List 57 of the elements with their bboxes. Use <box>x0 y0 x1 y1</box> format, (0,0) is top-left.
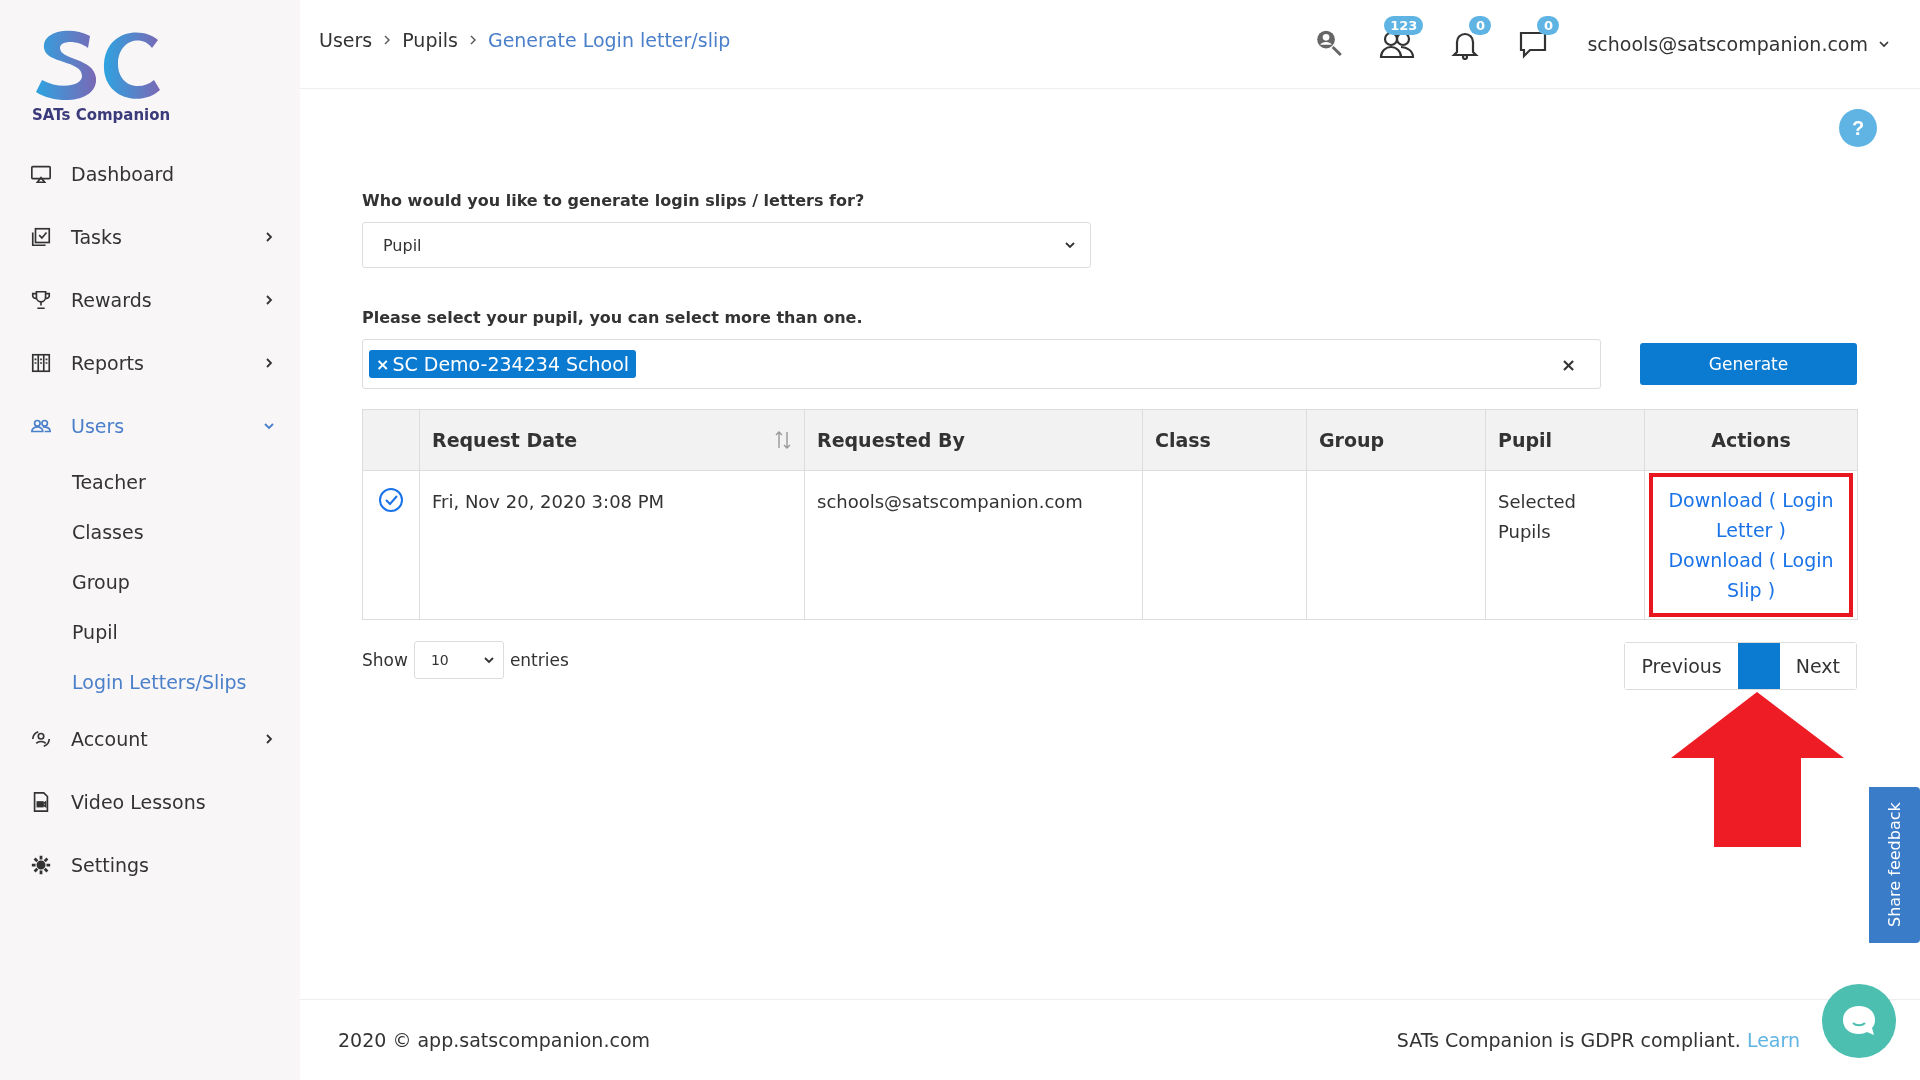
sidebar-subitem[interactable]: Group <box>0 557 300 607</box>
column-header: Requested By <box>804 409 1143 471</box>
caret-icon <box>1064 239 1076 251</box>
table-cell: Fri, Nov 20, 2020 3:08 PM <box>419 470 805 620</box>
count-badge: 0 <box>1469 16 1492 35</box>
sidebar-item[interactable]: Tasks <box>0 205 300 268</box>
sidebar-subitem[interactable]: Pupil <box>0 607 300 657</box>
page-size-select[interactable]: 10 <box>413 641 504 679</box>
sidebar-item[interactable]: Reports <box>0 331 300 394</box>
gdpr-text: SATs Companion is GDPR compliant. <box>1396 1029 1741 1051</box>
gear-icon <box>30 853 52 876</box>
download-link[interactable]: Download ( Login Letter ) <box>1657 485 1845 545</box>
chat-icon <box>1841 1004 1877 1038</box>
logo-text: SATs Companion <box>32 106 171 124</box>
copyright-text: 2020 © app.satscompanion.com <box>338 1029 650 1051</box>
column-header: Pupil <box>1485 409 1645 471</box>
sidebar-subitem[interactable]: Teacher <box>0 457 300 507</box>
caret-icon <box>1878 38 1890 50</box>
column-header: Group <box>1306 409 1486 471</box>
sidebar-item[interactable]: Settings <box>0 833 300 896</box>
selected-tag[interactable]: ×SC Demo-234234 School <box>369 350 637 378</box>
breadcrumb-link[interactable]: Users <box>319 29 373 51</box>
sort-icon[interactable] <box>774 430 792 450</box>
sidebar-subitem[interactable]: Classes <box>0 507 300 557</box>
field-label: Please select your pupil, you can select more than one. <box>362 308 864 327</box>
count-badge: 123 <box>1384 16 1424 35</box>
sidebar-item[interactable]: Dashboard <box>0 142 300 205</box>
sidebar-subitem[interactable]: Login Letters/Slips <box>0 657 300 707</box>
trophy-icon <box>30 288 52 311</box>
sidebar-item[interactable]: Rewards <box>0 268 300 331</box>
chat-icon[interactable] <box>1518 29 1549 59</box>
count-badge: 0 <box>1537 16 1560 35</box>
caret-icon <box>482 654 495 666</box>
table-cell: Selected Pupils <box>1485 470 1645 620</box>
checklist-icon <box>30 225 52 248</box>
column-header: Actions <box>1644 409 1858 471</box>
download-link[interactable]: Download ( Login Slip ) <box>1657 545 1845 605</box>
field-label: Who would you like to generate login slips / letters for? <box>362 191 866 210</box>
user-menu[interactable]: schools@satscompanion.com <box>1587 33 1868 55</box>
breadcrumb-link[interactable]: Generate Login letter/slip <box>487 29 731 51</box>
audience-select[interactable]: Pupil <box>362 222 1091 268</box>
sidebar-item[interactable]: Video Lessons <box>0 770 300 833</box>
current-page-button[interactable] <box>1737 643 1780 689</box>
column-header: Class <box>1142 409 1307 471</box>
sidebar-item[interactable]: Users <box>0 394 300 457</box>
generate-button[interactable]: Generate <box>1640 343 1857 385</box>
row-check-icon[interactable] <box>378 487 404 513</box>
show-label: Show <box>362 650 408 670</box>
report-icon <box>30 351 52 374</box>
entries-label: entries <box>509 650 569 670</box>
feedback-tab[interactable]: Share feedback <box>1869 787 1920 943</box>
sidebar-item[interactable]: Account <box>0 707 300 770</box>
pupil-select-field[interactable]: ×SC Demo-234234 School × <box>362 339 1601 389</box>
column-header[interactable]: Request Date <box>419 409 805 471</box>
table-cell: schools@satscompanion.com <box>804 470 1143 620</box>
clear-button[interactable]: × <box>1560 353 1576 375</box>
breadcrumb-link[interactable]: Pupils <box>402 29 458 51</box>
